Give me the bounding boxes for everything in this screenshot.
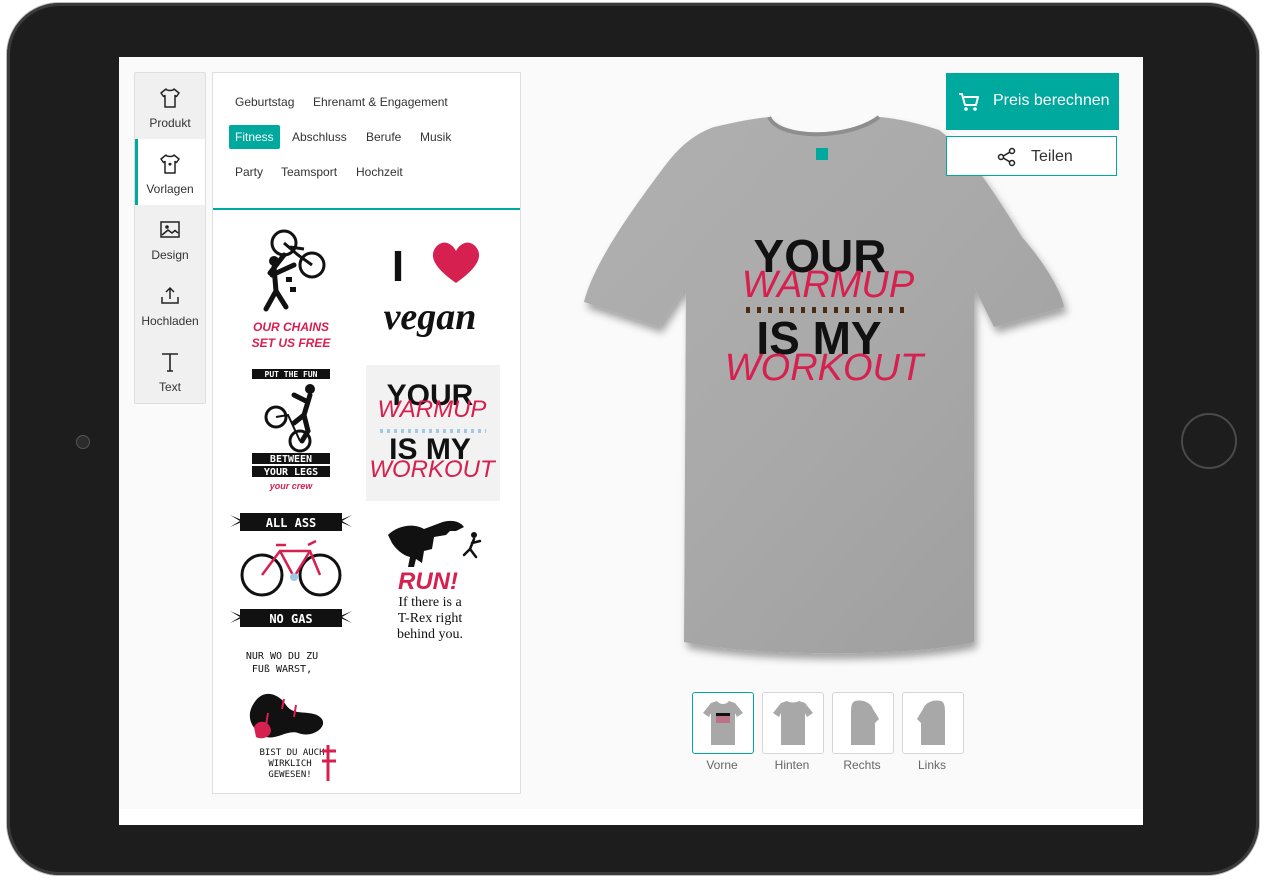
template-text: GEWESEN! (268, 770, 311, 780)
template-text: YOUR LEGS (264, 467, 318, 478)
template-text: your crew (269, 481, 314, 491)
sidebar-item-label: Hochladen (141, 314, 199, 328)
category-teamsport[interactable]: Teamsport (275, 160, 343, 184)
sidebar-item-produkt[interactable]: Produkt (135, 73, 205, 139)
tshirt-left-thumb (917, 700, 945, 745)
cart-icon (959, 93, 979, 111)
trex-icon: RUN! If there is a T-Rex right behind yo… (388, 520, 482, 642)
calculate-price-button[interactable]: Preis berechnen (946, 73, 1119, 130)
view-back[interactable] (762, 692, 824, 754)
template-put-the-fun[interactable]: PUT THE FUN BETWEEN YOUR LEGS your crew (224, 365, 358, 501)
share-button[interactable]: Teilen (946, 136, 1117, 176)
template-text: NO GAS (269, 612, 312, 626)
calculate-price-label: Preis berechnen (993, 92, 1110, 109)
product-preview: YOUR WARMUP IS MY WORKOUT (574, 112, 1074, 667)
sidebar-item-vorlagen[interactable]: Vorlagen (135, 139, 205, 205)
view-label: Rechts (843, 758, 881, 772)
category-ehrenamt[interactable]: Ehrenamt & Engagement (307, 90, 454, 114)
template-your-warmup[interactable]: YOUR WARMUP IS MY WORKOUT (366, 365, 500, 501)
template-text: BETWEEN (270, 454, 312, 465)
sidebar-item-design[interactable]: Design (135, 205, 205, 271)
view-front[interactable] (692, 692, 754, 754)
template-all-ass-no-gas[interactable]: ALL ASS NO GAS (224, 505, 358, 641)
category-berufe[interactable]: Berufe (360, 125, 407, 149)
sidebar-item-text[interactable]: Text (135, 337, 205, 403)
template-text: WARMUP (378, 396, 487, 423)
template-text: FUß WARST, (252, 664, 312, 675)
view-label: Hinten (774, 758, 810, 772)
template-text: ALL ASS (266, 516, 317, 530)
bmx-rider-icon: PUT THE FUN BETWEEN YOUR LEGS your crew (252, 369, 330, 491)
template-text: WIRKLICH (268, 759, 311, 769)
view-right[interactable] (832, 692, 894, 754)
sidebar-item-label: Design (151, 248, 189, 262)
template-our-chains[interactable]: OUR CHAINS SET US FREE (224, 225, 358, 361)
tshirt-right-thumb (851, 700, 879, 745)
template-text: SET US FREE (252, 336, 332, 350)
text-icon (162, 353, 178, 372)
category-fitness[interactable]: Fitness (229, 125, 280, 149)
share-label: Teilen (1031, 148, 1073, 165)
template-text: PUT THE FUN (265, 370, 318, 379)
category-list: Geburtstag Ehrenamt & Engagement Fitness… (213, 73, 520, 210)
template-text: vegan (384, 296, 477, 338)
view-label: Vorne (706, 758, 738, 772)
sidebar-item-label: Vorlagen (146, 182, 194, 196)
tshirt-back-thumb (773, 701, 813, 745)
image-icon (160, 221, 180, 238)
shirt-print-text: WARMUP (742, 264, 915, 306)
tool-sidebar: Produkt Vorlagen Design Hochladen Text (134, 72, 206, 404)
template-text: T-Rex right (398, 611, 463, 626)
template-text: RUN! (398, 568, 458, 595)
template-text: NUR WO DU ZU (246, 651, 318, 662)
screen-footer (119, 809, 1143, 825)
template-zu-fuss[interactable]: NUR WO DU ZU FUß WARST, BIST DU AUCH WIR… (224, 647, 358, 787)
trail-map-icon: NUR WO DU ZU FUß WARST, BIST DU AUCH WIR… (246, 651, 336, 781)
heart-icon: I vegan (384, 242, 480, 338)
share-icon (997, 147, 1016, 167)
category-abschluss[interactable]: Abschluss (286, 125, 353, 149)
template-i-love-vegan[interactable]: I vegan (366, 225, 500, 361)
tshirt-template-icon (160, 154, 180, 174)
template-text: OUR CHAINS (253, 320, 329, 334)
category-geburtstag[interactable]: Geburtstag (229, 90, 300, 114)
template-trex-run[interactable]: RUN! If there is a T-Rex right behind yo… (366, 505, 500, 642)
cyclist-carrying-bike-icon: OUR CHAINS SET US FREE (252, 229, 332, 350)
template-text: If there is a (398, 595, 462, 610)
view-left[interactable] (902, 692, 964, 754)
camera-icon (76, 435, 90, 449)
upload-icon (161, 286, 179, 304)
tshirt-mockup: YOUR WARMUP IS MY WORKOUT (584, 115, 1064, 654)
sidebar-item-label: Text (158, 380, 181, 394)
template-text: BIST DU AUCH (259, 748, 324, 758)
templates-panel: Geburtstag Ehrenamt & Engagement Fitness… (212, 72, 521, 794)
template-text: WORKOUT (369, 456, 497, 483)
category-party[interactable]: Party (229, 160, 269, 184)
app-screen: Produkt Vorlagen Design Hochladen Text G… (119, 57, 1143, 825)
tshirt-front-thumb (703, 701, 743, 745)
sidebar-item-hochladen[interactable]: Hochladen (135, 271, 205, 337)
sidebar-item-label: Produkt (149, 116, 191, 130)
template-warmup-art: YOUR WARMUP IS MY WORKOUT (369, 379, 497, 483)
template-text: behind you. (397, 627, 463, 641)
tshirt-icon (160, 88, 180, 108)
shirt-print-text: WORKOUT (725, 347, 926, 389)
bicycle-icon: ALL ASS NO GAS (230, 513, 352, 627)
category-hochzeit[interactable]: Hochzeit (350, 160, 409, 184)
home-button[interactable] (1181, 413, 1237, 469)
template-text: I (392, 242, 404, 291)
view-label: Links (917, 758, 946, 772)
category-musik[interactable]: Musik (414, 125, 457, 149)
